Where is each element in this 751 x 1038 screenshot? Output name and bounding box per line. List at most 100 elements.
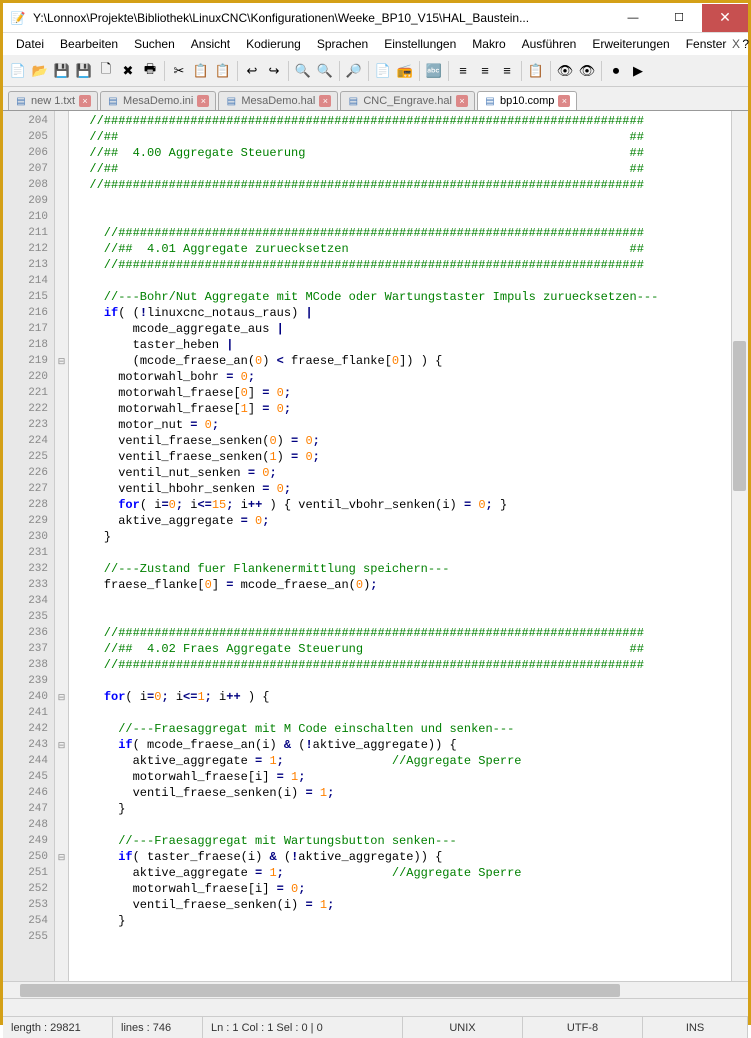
code-line[interactable]: for( i=0; i<=15; i++ ) { ventil_vbohr_se…: [75, 497, 748, 513]
code-line[interactable]: aktive_aggregate = 1; //Aggregate Sperre: [75, 753, 748, 769]
code-line[interactable]: //## 4.02 Fraes Aggregate Steuerung ##: [75, 641, 748, 657]
close-button[interactable]: ✕: [702, 4, 748, 32]
code-line[interactable]: [75, 593, 748, 609]
code-area[interactable]: //######################################…: [69, 111, 748, 981]
horizontal-scrollbar-thumb[interactable]: [20, 984, 620, 997]
toolbar-button[interactable]: 📻: [395, 61, 415, 81]
code-line[interactable]: //---Bohr/Nut Aggregate mit MCode oder W…: [75, 289, 748, 305]
code-line[interactable]: //######################################…: [75, 625, 748, 641]
code-line[interactable]: aktive_aggregate = 1; //Aggregate Sperre: [75, 865, 748, 881]
code-line[interactable]: [75, 609, 748, 625]
toolbar-button[interactable]: 👁: [577, 61, 597, 81]
code-line[interactable]: [75, 193, 748, 209]
code-line[interactable]: [75, 273, 748, 289]
code-line[interactable]: for( i=0; i<=1; i++ ) {: [75, 689, 748, 705]
toolbar-button[interactable]: 💾: [52, 61, 72, 81]
code-line[interactable]: aktive_aggregate = 0;: [75, 513, 748, 529]
menu-makro[interactable]: Makro: [464, 35, 513, 53]
toolbar-button[interactable]: 🔤: [424, 61, 444, 81]
code-line[interactable]: ventil_hbohr_senken = 0;: [75, 481, 748, 497]
menu-kodierung[interactable]: Kodierung: [238, 35, 309, 53]
toolbar-button[interactable]: 👁: [555, 61, 575, 81]
toolbar-button[interactable]: ≡: [475, 61, 495, 81]
code-line[interactable]: [75, 705, 748, 721]
close-icon[interactable]: ×: [456, 95, 468, 107]
code-line[interactable]: if( mcode_fraese_an(i) & (!aktive_aggreg…: [75, 737, 748, 753]
close-icon[interactable]: ×: [79, 95, 91, 107]
code-line[interactable]: [75, 929, 748, 945]
code-line[interactable]: motorwahl_fraese[0] = 0;: [75, 385, 748, 401]
toolbar-button[interactable]: ⏺: [606, 61, 626, 81]
toolbar-button[interactable]: ↩: [242, 61, 262, 81]
horizontal-scrollbar[interactable]: [3, 981, 748, 998]
code-line[interactable]: }: [75, 529, 748, 545]
toolbar-button[interactable]: 🗋: [96, 61, 116, 81]
code-line[interactable]: (mcode_fraese_an(0) < fraese_flanke[0]) …: [75, 353, 748, 369]
code-line[interactable]: }: [75, 801, 748, 817]
menu-datei[interactable]: Datei: [8, 35, 52, 53]
close-icon[interactable]: ×: [197, 95, 209, 107]
code-line[interactable]: motorwahl_fraese[i] = 0;: [75, 881, 748, 897]
code-line[interactable]: fraese_flanke[0] = mcode_fraese_an(0);: [75, 577, 748, 593]
close-icon[interactable]: ×: [319, 95, 331, 107]
vertical-scrollbar[interactable]: [731, 111, 748, 981]
menu-suchen[interactable]: Suchen: [126, 35, 183, 53]
fold-marker[interactable]: ⊟: [55, 353, 68, 369]
minimize-button[interactable]: —: [610, 4, 656, 32]
toolbar-button[interactable]: 📄: [373, 61, 393, 81]
panel-divider[interactable]: [3, 998, 748, 1016]
toolbar-button[interactable]: ≡: [453, 61, 473, 81]
code-line[interactable]: ventil_fraese_senken(0) = 0;: [75, 433, 748, 449]
code-line[interactable]: //######################################…: [75, 177, 748, 193]
code-line[interactable]: //######################################…: [75, 257, 748, 273]
toolbar-button[interactable]: 🔍: [293, 61, 313, 81]
code-line[interactable]: //## ##: [75, 161, 748, 177]
code-line[interactable]: //---Fraesaggregat mit M Code einschalte…: [75, 721, 748, 737]
editor[interactable]: 2042052062072082092102112122132142152162…: [3, 111, 748, 981]
code-line[interactable]: motor_nut = 0;: [75, 417, 748, 433]
toolbar-button[interactable]: 📋: [213, 61, 233, 81]
menu-ausführen[interactable]: Ausführen: [514, 35, 585, 53]
tab[interactable]: ▤bp10.comp×: [477, 91, 577, 110]
menu-bearbeiten[interactable]: Bearbeiten: [52, 35, 126, 53]
code-line[interactable]: //######################################…: [75, 113, 748, 129]
tab[interactable]: ▤MesaDemo.hal×: [218, 91, 338, 110]
code-line[interactable]: taster_heben |: [75, 337, 748, 353]
code-line[interactable]: //---Fraesaggregat mit Wartungsbutton se…: [75, 833, 748, 849]
toolbar-button[interactable]: 🔍: [315, 61, 335, 81]
code-line[interactable]: motorwahl_fraese[i] = 1;: [75, 769, 748, 785]
code-line[interactable]: ventil_fraese_senken(i) = 1;: [75, 785, 748, 801]
toolbar-button[interactable]: 📋: [191, 61, 211, 81]
maximize-button[interactable]: ☐: [656, 4, 702, 32]
menu-ansicht[interactable]: Ansicht: [183, 35, 238, 53]
code-line[interactable]: //## ##: [75, 129, 748, 145]
code-line[interactable]: [75, 545, 748, 561]
menu-sprachen[interactable]: Sprachen: [309, 35, 376, 53]
fold-marker[interactable]: ⊟: [55, 689, 68, 705]
code-line[interactable]: //## 4.01 Aggregate zuruecksetzen ##: [75, 241, 748, 257]
code-line[interactable]: if( (!linuxcnc_notaus_raus) |: [75, 305, 748, 321]
toolbar-button[interactable]: ✖: [118, 61, 138, 81]
code-line[interactable]: motorwahl_bohr = 0;: [75, 369, 748, 385]
toolbar-button[interactable]: 🖶: [140, 61, 160, 81]
toolbar-button[interactable]: 📄: [8, 61, 28, 81]
code-line[interactable]: ventil_fraese_senken(1) = 0;: [75, 449, 748, 465]
fold-marker[interactable]: ⊟: [55, 849, 68, 865]
vertical-scrollbar-thumb[interactable]: [733, 341, 746, 491]
code-line[interactable]: //## 4.00 Aggregate Steuerung ##: [75, 145, 748, 161]
code-line[interactable]: if( taster_fraese(i) & (!aktive_aggregat…: [75, 849, 748, 865]
toolbar-button[interactable]: ✂: [169, 61, 189, 81]
code-line[interactable]: ventil_fraese_senken(i) = 1;: [75, 897, 748, 913]
code-line[interactable]: //######################################…: [75, 657, 748, 673]
tab[interactable]: ▤new 1.txt×: [8, 91, 98, 110]
fold-gutter[interactable]: ⊟⊟⊟⊟: [55, 111, 69, 981]
tab[interactable]: ▤MesaDemo.ini×: [100, 91, 216, 110]
code-line[interactable]: //---Zustand fuer Flankenermittlung spei…: [75, 561, 748, 577]
toolbar-button[interactable]: 💾: [74, 61, 94, 81]
menu-erweiterungen[interactable]: Erweiterungen: [584, 35, 677, 53]
close-icon[interactable]: ×: [558, 95, 570, 107]
menu-einstellungen[interactable]: Einstellungen: [376, 35, 464, 53]
code-line[interactable]: [75, 209, 748, 225]
toolbar-button[interactable]: 🔎: [344, 61, 364, 81]
toolbar-button[interactable]: ▶: [628, 61, 648, 81]
